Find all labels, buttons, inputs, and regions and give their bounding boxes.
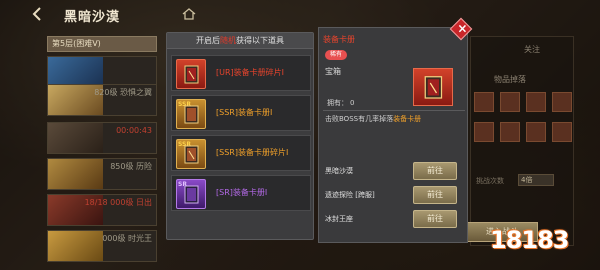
card-book-icon	[184, 105, 199, 124]
stage-text: 000级 时光王	[102, 234, 152, 243]
stage-portrait	[48, 159, 103, 189]
drop-item-icon[interactable]	[474, 122, 494, 142]
owned-count: 拥有： 0	[325, 98, 354, 108]
floor-select-value: 第5层(困难V)	[52, 39, 101, 48]
desc-highlight: 装备卡册	[393, 115, 422, 123]
drop-item-icon[interactable]	[500, 92, 520, 112]
owned-value: 0	[350, 99, 355, 107]
stage-text: 820级 恐惧之翼	[94, 88, 152, 97]
drop-label: 物品掉落	[494, 75, 526, 84]
reward-item[interactable]: SSR [SSR]装备卡册碎片I	[171, 135, 311, 171]
header-highlight: 随机	[220, 36, 236, 45]
reward-name: [UR]装备卡册碎片I	[216, 68, 285, 77]
stage-card[interactable]: 18/18 000级 日出	[47, 194, 157, 226]
source-name: 黑暗沙漠	[325, 167, 353, 175]
home-icon[interactable]	[182, 8, 196, 20]
ssr-card-book-icon: SSR	[176, 99, 206, 129]
reward-item[interactable]: SSR [SSR]装备卡册I	[171, 95, 311, 131]
close-icon: ×	[457, 21, 468, 36]
drop-item-icon[interactable]	[526, 92, 546, 112]
drop-item-icon[interactable]	[526, 122, 546, 142]
drop-item-icon[interactable]	[474, 92, 494, 112]
stage-portrait	[48, 57, 103, 87]
watermark-text: 18183	[490, 226, 569, 254]
divider	[323, 110, 465, 111]
stage-card[interactable]: 000级 时光王	[47, 230, 157, 262]
item-title: 装备卡册	[323, 35, 355, 44]
stage-timer: 00:00:43	[116, 126, 152, 135]
item-detail-popup: 装备卡册 稀有 宝箱 拥有： 0 击败BOSS有几率掉落装备卡册 黑暗沙漠 前往 …	[318, 27, 468, 243]
ssr-card-fragment-icon: SSR	[176, 139, 206, 169]
ur-card-fragment-icon	[176, 59, 206, 89]
top-bar: 黑暗沙漠	[0, 0, 600, 28]
stage-text: 850级 历险	[110, 162, 152, 171]
card-book-icon	[184, 185, 199, 204]
desc-prefix: 击败BOSS有几率掉落	[325, 115, 394, 123]
reward-name: [SSR]装备卡册碎片I	[216, 148, 289, 157]
reward-item[interactable]: [UR]装备卡册碎片I	[171, 55, 311, 91]
item-type: 宝箱	[325, 67, 341, 76]
follow-button[interactable]: 关注	[524, 44, 540, 55]
source-name: 遗迹探险 [跨服]	[325, 191, 375, 199]
source-name: 冰封王座	[325, 215, 353, 223]
owned-label: 拥有：	[327, 99, 348, 107]
popup-header: 开启后 随机 获得以下道具	[167, 33, 313, 49]
header-suffix: 获得以下道具	[236, 36, 284, 45]
stage-text: 18/18 000级 日出	[84, 198, 152, 207]
stage-card[interactable]: 820级 恐惧之翼	[47, 84, 157, 116]
source-row: 黑暗沙漠 前往	[323, 162, 465, 182]
reward-name: [SSR]装备卡册I	[216, 108, 273, 117]
header-prefix: 开启后	[196, 36, 220, 45]
page-title: 黑暗沙漠	[64, 10, 121, 25]
back-arrow-icon[interactable]	[30, 6, 46, 22]
challenge-times-select[interactable]: 4倍	[518, 174, 554, 186]
rarity-badge: 稀有	[325, 50, 347, 60]
drop-item-icon[interactable]	[552, 92, 572, 112]
item-large-icon	[413, 68, 453, 106]
drop-item-icon[interactable]	[552, 122, 572, 142]
stage-portrait	[48, 231, 103, 261]
drop-item-icon[interactable]	[500, 122, 520, 142]
goto-button[interactable]: 前往	[413, 186, 457, 204]
card-book-icon	[184, 65, 199, 84]
reward-item[interactable]: SR [SR]装备卡册I	[171, 175, 311, 211]
goto-button[interactable]: 前往	[413, 162, 457, 180]
reward-preview-popup: 开启后 随机 获得以下道具 [UR]装备卡册碎片I SSR [SSR]装备卡册I…	[166, 32, 314, 240]
floor-select[interactable]: 第5层(困难V)	[47, 36, 157, 52]
stage-card[interactable]: 850级 历险	[47, 158, 157, 190]
challenge-times-label: 挑战次数	[476, 177, 504, 185]
card-book-icon	[424, 76, 443, 99]
source-row: 冰封王座 前往	[323, 210, 465, 230]
sr-card-book-icon: SR	[176, 179, 206, 209]
source-row: 遗迹探险 [跨服] 前往	[323, 186, 465, 206]
reward-name: [SR]装备卡册I	[216, 188, 268, 197]
card-book-icon	[184, 145, 199, 164]
stage-portrait	[48, 123, 103, 153]
goto-button[interactable]: 前往	[413, 210, 457, 228]
item-description: 击败BOSS有几率掉落装备卡册	[325, 114, 421, 124]
watermark-logo: 18183	[484, 220, 584, 260]
stage-card[interactable]: 00:00:43	[47, 122, 157, 154]
